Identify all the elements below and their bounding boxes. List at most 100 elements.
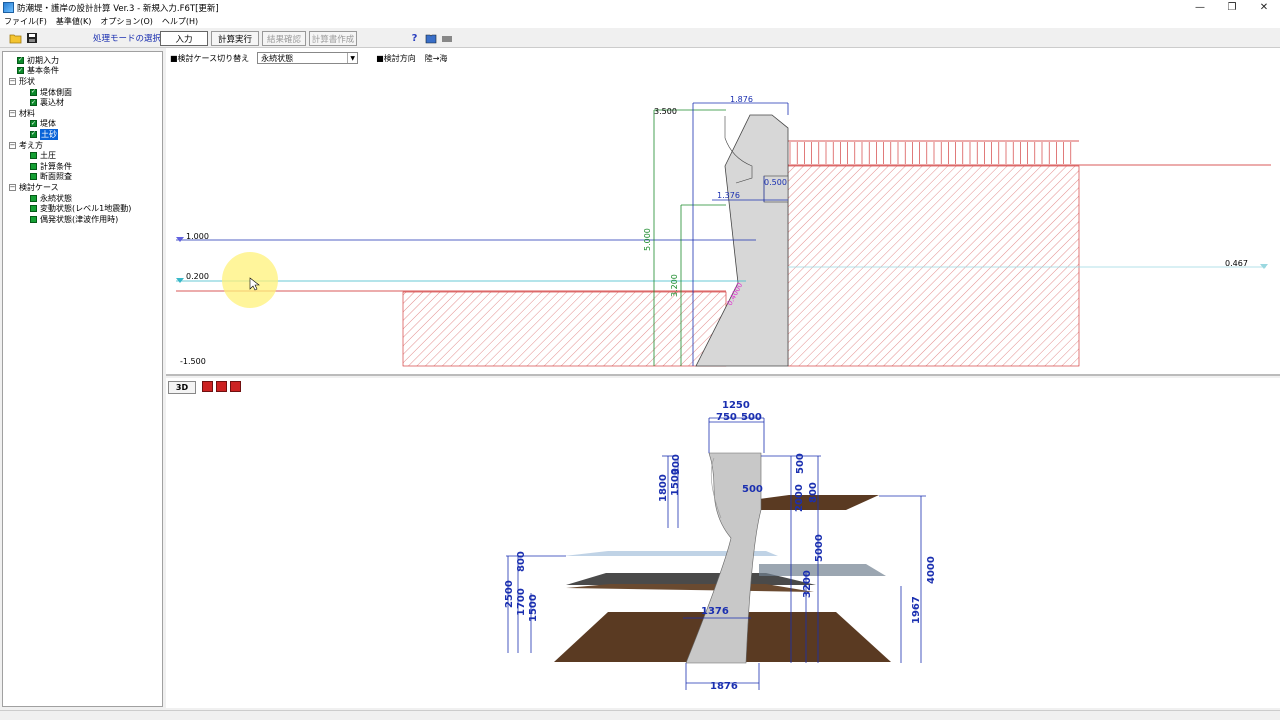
tree-item-label: 材料 [19,108,35,118]
dim-1376: 1.376 [717,191,740,200]
section-view: ■検討ケース切り替え 永続状態 ▼ ■検討方向 陸→海 3.500 1.876 … [166,48,1280,376]
tree-item-label: 形状 [19,76,35,86]
menu-file[interactable]: ファイル(F) [4,16,47,27]
tree-check-icon: ✓ [30,98,37,107]
tree-item-label: 裏込材 [40,98,64,108]
dim3d-2000: 2000 [794,484,805,512]
tree-check-icon [30,173,37,181]
dim-5000: 5.000 [643,228,652,251]
tree-item[interactable]: 土圧 [3,150,162,161]
grid-icon[interactable] [440,32,453,45]
result-check-button[interactable]: 結果確認 [262,31,306,46]
tree-item-label: 変動状態(レベル1地震動) [40,204,132,214]
soil-top-slab [759,495,879,510]
calc-run-button[interactable]: 計算実行 [211,31,259,46]
water-level-label-0467: 0.467 [1225,259,1248,268]
tree-item[interactable]: 計算条件 [3,161,162,172]
backfill-soil-area [787,165,1080,367]
dim-3200: 3.200 [670,274,679,297]
tree-item-label: 断面照査 [40,172,72,182]
tree-item[interactable]: ✓ 基本条件 [3,66,162,77]
tree-item-label: 考え方 [19,140,43,150]
water-level-label-1000: 1.000 [186,232,209,241]
tree-item[interactable]: − 考え方 [3,140,162,151]
dim3d-3200: 3200 [802,570,813,598]
surcharge-load [788,140,1079,164]
tree-check-icon [30,215,37,223]
tree-item[interactable]: − 検討ケース [3,182,162,193]
menu-standard[interactable]: 基準値(K) [56,16,92,27]
tree-check-icon [30,205,37,213]
save-icon[interactable] [25,31,39,45]
tree-check-icon: ✓ [30,88,37,96]
dim3d-500: 500 [741,412,762,423]
seabed-soil-area [402,291,727,367]
mode-label: 処理モードの選択 [93,34,162,44]
tree-check-icon [30,194,37,202]
tree-check-icon: ✓ [30,119,37,128]
tree-item-label: 検討ケース [19,182,59,192]
dim3d-1700: 1700 [516,588,527,616]
tree-item[interactable]: ✓ 初期入力 [3,55,162,66]
book-icon[interactable] [424,32,437,45]
water-level-label-0200: 0.200 [186,272,209,281]
dim3d-500-right: 500 [795,453,806,474]
menu-bar: ファイル(F) 基準値(K) オプション(O) ヘルプ(H) [0,15,1280,28]
tree-item[interactable]: ✓ 堤体側面 [3,87,162,98]
minimize-button[interactable]: — [1184,0,1216,15]
dim-1876: 1.876 [730,95,753,104]
model-3d-drawing: 1250 750 500 300 1800 1500 500 500 800 2… [504,400,937,692]
tree-item-label: 計算条件 [40,161,72,171]
toolbar: 処理モードの選択 入力 計算実行 結果確認 計算書作成 ? [0,29,1280,48]
dim3d-1250: 1250 [722,400,750,411]
dim3d-2500: 2500 [504,580,515,608]
tree-item[interactable]: 変動状態(レベル1地震動) [3,203,162,214]
restore-button[interactable]: ❐ [1216,0,1248,15]
tree-item[interactable]: ✓ 土砂 [3,128,162,140]
dim3d-4000: 4000 [926,556,937,584]
tree-item-label: 土圧 [40,151,56,161]
tree-collapse-icon[interactable]: − [9,141,16,149]
dim-0500: 0.500 [764,178,787,187]
tree-collapse-icon[interactable]: − [9,183,16,191]
tree-item[interactable]: 永続状態 [3,193,162,204]
tree-item-label: 堤体側面 [40,87,72,97]
tree-collapse-icon[interactable]: − [9,77,16,85]
help-icon[interactable]: ? [408,32,421,45]
report-create-button[interactable]: 計算書作成 [309,31,357,46]
tree-check-icon: ✓ [17,66,24,75]
dim3d-1500: 1500 [670,468,681,496]
tree-item[interactable]: ✓ 堤体 [3,119,162,130]
view-3d: 3D 1250 750 500 300 1800 1500 500 500 80… [166,378,1280,708]
tree-item[interactable]: ✓ 裏込材 [3,97,162,108]
tree-item-label: 偶発状態(津波作用時) [40,214,119,224]
tree-item[interactable]: − 材料 [3,108,162,119]
tree-item[interactable]: 偶発状態(津波作用時) [3,214,162,225]
window-title: 防潮堤・護岸の設計計算 Ver.3 - 新規入力.F6T[更新] [17,3,219,14]
dim3d-5000: 5000 [814,534,825,562]
menu-help[interactable]: ヘルプ(H) [162,16,198,27]
dim3d-750: 750 [716,412,737,423]
open-folder-icon[interactable] [8,31,22,45]
dim-3500: 3.500 [654,107,677,116]
title-bar: 防潮堤・護岸の設計計算 Ver.3 - 新規入力.F6T[更新] — ❐ ✕ [0,0,1280,15]
dim3d-1800: 1800 [658,474,669,502]
tree-check-icon [30,152,37,160]
tree-item-label: 永続状態 [40,193,72,203]
dim3d-1500-left: 1500 [528,594,539,622]
dim3d-1376: 1376 [701,606,729,617]
status-bar [0,710,1280,720]
tree-item-label: 基本条件 [27,66,59,76]
dim3d-1967: 1967 [911,596,922,624]
tree-collapse-icon[interactable]: − [9,109,16,117]
tree-item[interactable]: − 形状 [3,76,162,87]
app-icon [3,2,14,13]
dim3d-1876: 1876 [710,681,738,692]
tree-item-label: 堤体 [40,119,56,129]
menu-option[interactable]: オプション(O) [100,16,153,27]
bottom-level-label: -1.500 [180,357,206,366]
input-mode-button[interactable]: 入力 [160,31,208,46]
tree-item[interactable]: 断面照査 [3,172,162,183]
tree-check-icon: ✓ [30,130,37,138]
close-button[interactable]: ✕ [1248,0,1280,15]
